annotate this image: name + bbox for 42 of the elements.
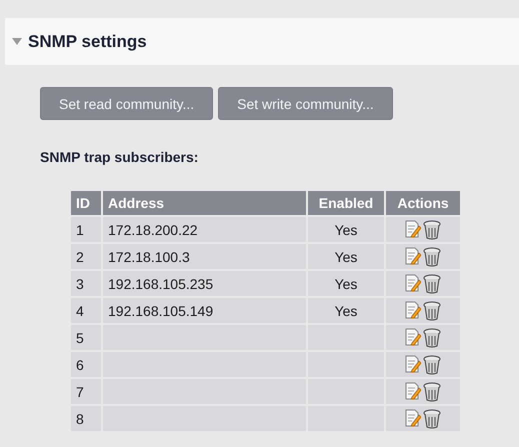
- trash-icon[interactable]: [423, 300, 441, 320]
- edit-icon[interactable]: [405, 246, 421, 264]
- table-cell: 3: [71, 271, 101, 296]
- table-cell: 172.18.200.22: [103, 217, 306, 242]
- edit-icon[interactable]: [405, 354, 421, 372]
- table-cell: 172.18.100.3: [103, 244, 306, 269]
- edit-icon[interactable]: [405, 274, 421, 292]
- section-title: SNMP settings: [28, 32, 147, 52]
- trash-icon[interactable]: [423, 246, 441, 266]
- edit-icon[interactable]: [405, 328, 421, 346]
- trash-icon[interactable]: [423, 382, 441, 402]
- table-cell: Yes: [308, 271, 384, 296]
- table-cell: 2: [71, 244, 101, 269]
- edit-icon[interactable]: [405, 300, 421, 318]
- edit-icon[interactable]: [405, 382, 421, 400]
- trash-icon[interactable]: [423, 354, 441, 374]
- caret-icon[interactable]: [12, 38, 22, 45]
- table-cell: 4: [71, 298, 101, 323]
- table-cell: 6: [71, 352, 101, 377]
- table-cell: 1: [71, 217, 101, 242]
- column-header: ID: [71, 191, 101, 215]
- edit-icon[interactable]: [405, 408, 421, 426]
- table-cell: Yes: [308, 244, 384, 269]
- column-header: Address: [103, 191, 306, 215]
- community-button[interactable]: Set write community...: [218, 87, 393, 120]
- trash-icon[interactable]: [423, 408, 441, 428]
- table-cell: 7: [71, 379, 101, 404]
- column-header: Enabled: [308, 191, 384, 215]
- section-header[interactable]: SNMP settings: [5, 18, 519, 65]
- table-cell: 5: [71, 325, 101, 350]
- trash-icon[interactable]: [423, 274, 441, 294]
- trash-icon[interactable]: [423, 220, 441, 240]
- edit-icon[interactable]: [405, 220, 421, 238]
- trash-icon[interactable]: [423, 328, 441, 348]
- column-header: Actions: [386, 191, 460, 215]
- table-cell: Yes: [308, 298, 384, 323]
- table-cell: 192.168.105.149: [103, 298, 306, 323]
- subtitle: SNMP trap subscribers:: [40, 149, 200, 165]
- community-button[interactable]: Set read community...: [40, 87, 214, 120]
- table-cell: 192.168.105.235: [103, 271, 306, 296]
- table-cell: 8: [71, 406, 101, 431]
- table-cell: Yes: [308, 217, 384, 242]
